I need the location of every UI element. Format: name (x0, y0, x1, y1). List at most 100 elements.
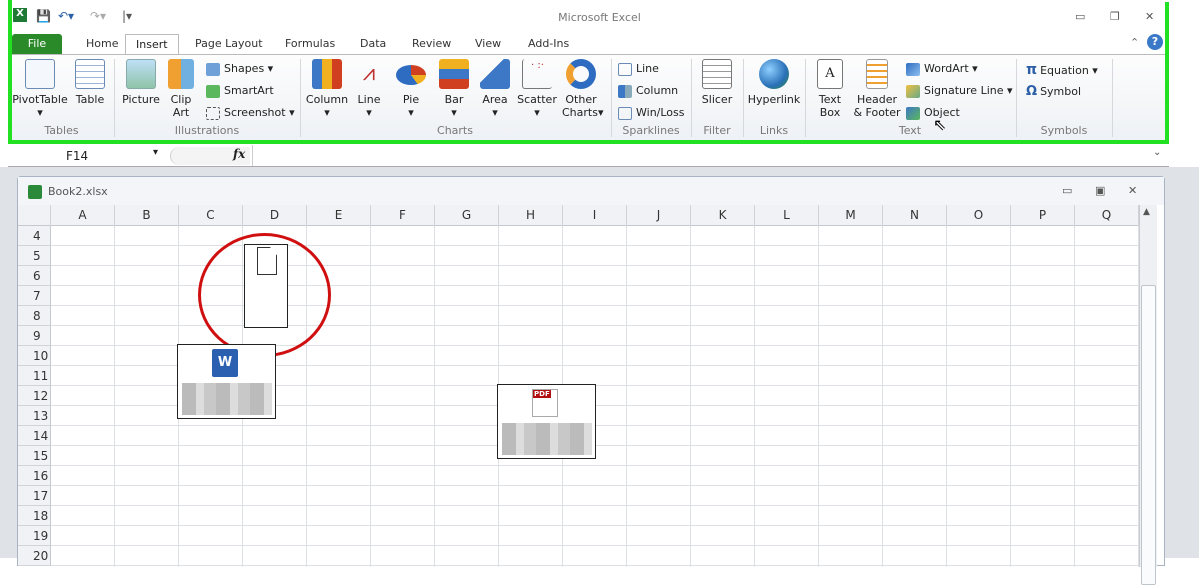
column-header-D[interactable]: D (243, 205, 307, 226)
scatter-chart-button[interactable]: · :· Scatter ▾ (516, 59, 558, 119)
scroll-up-icon[interactable]: ▲ (1143, 207, 1150, 217)
gridline (946, 226, 947, 567)
column-header-J[interactable]: J (627, 205, 691, 226)
formula-input[interactable] (252, 145, 1152, 166)
line-chart-button[interactable]: ⩘ Line ▾ (353, 59, 385, 119)
scroll-thumb[interactable] (1141, 285, 1156, 585)
row-header-12[interactable]: 12 (18, 386, 51, 406)
tab-data[interactable]: Data (350, 34, 396, 55)
column-header-G[interactable]: G (435, 205, 499, 226)
row-header-14[interactable]: 14 (18, 426, 51, 446)
smartart-button[interactable]: SmartArt (206, 84, 274, 98)
equation-button[interactable]: π Equation ▾ (1026, 62, 1098, 78)
tab-insert[interactable]: Insert (125, 34, 179, 55)
group-tables: Tables (44, 124, 79, 137)
column-header-N[interactable]: N (883, 205, 947, 226)
ribbon-tabs: File Home Insert Page Layout Formulas Da… (10, 32, 1170, 55)
label: Signature Line (924, 84, 1004, 97)
sparkline-column-button[interactable]: Column (618, 84, 678, 98)
tab-add-ins[interactable]: Add-Ins (518, 34, 579, 55)
name-box-dropdown-icon[interactable]: ▾ (153, 147, 158, 158)
row-header-19[interactable]: 19 (18, 526, 51, 546)
tab-review[interactable]: Review (402, 34, 461, 55)
slicer-button[interactable]: Slicer (696, 59, 738, 106)
wordart-button[interactable]: WordArt ▾ (906, 62, 978, 76)
hyperlink-button[interactable]: Hyperlink (746, 59, 802, 106)
row-header-13[interactable]: 13 (18, 406, 51, 426)
minimize-icon[interactable]: ▭ (1075, 10, 1085, 23)
column-header-L[interactable]: L (755, 205, 819, 226)
wb-minimize-icon[interactable]: ▭ (1062, 184, 1072, 197)
row-header-9[interactable]: 9 (18, 326, 51, 346)
redacted-filename (502, 423, 592, 455)
row-header-8[interactable]: 8 (18, 306, 51, 326)
row-header-7[interactable]: 7 (18, 286, 51, 306)
shapes-button[interactable]: Shapes ▾ (206, 62, 273, 76)
name-box[interactable]: F14 (8, 147, 158, 165)
column-header-E[interactable]: E (307, 205, 371, 226)
row-header-16[interactable]: 16 (18, 466, 51, 486)
close-icon[interactable]: ✕ (1145, 10, 1154, 23)
column-header-H[interactable]: H (499, 205, 563, 226)
workbook-titlebar: Book2.xlsx ▭ ▣ ✕ (18, 177, 1164, 205)
clip-art-button[interactable]: Clip Art (166, 59, 196, 119)
column-header-F[interactable]: F (371, 205, 435, 226)
tab-file[interactable]: File (12, 34, 62, 55)
wordart-icon (906, 62, 920, 76)
column-header-B[interactable]: B (115, 205, 179, 226)
column-header-I[interactable]: I (563, 205, 627, 226)
picture-button[interactable]: Picture (118, 59, 164, 106)
insert-function-button[interactable]: fx (233, 147, 245, 161)
header-footer-icon (866, 59, 888, 89)
vertical-scrollbar[interactable]: ▲ (1139, 205, 1157, 585)
expand-formula-bar-icon[interactable]: ⌄ (1153, 147, 1161, 158)
column-chart-button[interactable]: Column ▾ (304, 59, 350, 119)
column-header-M[interactable]: M (819, 205, 883, 226)
column-header-C[interactable]: C (179, 205, 243, 226)
symbol-button[interactable]: Ω Symbol (1026, 84, 1081, 99)
header-footer-button[interactable]: Header & Footer (850, 59, 904, 119)
row-header-4[interactable]: 4 (18, 226, 51, 246)
column-header-Q[interactable]: Q (1075, 205, 1139, 226)
column-header-P[interactable]: P (1011, 205, 1075, 226)
row-header-17[interactable]: 17 (18, 486, 51, 506)
area-chart-button[interactable]: Area ▾ (478, 59, 512, 119)
bar-chart-button[interactable]: Bar ▾ (437, 59, 471, 119)
label: Equation (1040, 64, 1089, 77)
pie-chart-button[interactable]: Pie ▾ (394, 59, 428, 119)
scatter-chart-icon: · :· (522, 59, 552, 89)
screenshot-button[interactable]: Screenshot ▾ (206, 106, 295, 120)
table-button[interactable]: Table (72, 59, 108, 106)
column-header-A[interactable]: A (51, 205, 115, 226)
sparkline-line-button[interactable]: Line (618, 62, 659, 76)
text-box-button[interactable]: A Text Box (812, 59, 848, 119)
select-all-corner[interactable] (18, 205, 51, 226)
restore-icon[interactable]: ❐ (1110, 10, 1120, 23)
row-header-5[interactable]: 5 (18, 246, 51, 266)
row-header-6[interactable]: 6 (18, 266, 51, 286)
column-header-K[interactable]: K (691, 205, 755, 226)
row-header-10[interactable]: 10 (18, 346, 51, 366)
gridline (754, 226, 755, 567)
row-header-18[interactable]: 18 (18, 506, 51, 526)
label: SmartArt (224, 84, 274, 97)
sparkline-winloss-button[interactable]: Win/Loss (618, 106, 685, 120)
other-charts-button[interactable]: Other Charts▾ (562, 59, 604, 119)
collapse-ribbon-icon[interactable]: ⌃ (1130, 36, 1139, 49)
tab-view[interactable]: View (465, 34, 511, 55)
wb-close-icon[interactable]: ✕ (1128, 184, 1137, 197)
column-header-O[interactable]: O (947, 205, 1011, 226)
row-header-20[interactable]: 20 (18, 546, 51, 566)
signature-line-button[interactable]: Signature Line ▾ (906, 84, 1013, 98)
embedded-object-pdf[interactable]: PDF (497, 384, 596, 459)
tab-home[interactable]: Home (76, 34, 128, 55)
wb-restore-icon[interactable]: ▣ (1095, 184, 1105, 197)
tab-formulas[interactable]: Formulas (275, 34, 345, 55)
gridline (51, 245, 1139, 246)
row-header-11[interactable]: 11 (18, 366, 51, 386)
embedded-object-word[interactable]: W (177, 344, 276, 419)
tab-page-layout[interactable]: Page Layout (185, 34, 273, 55)
row-header-15[interactable]: 15 (18, 446, 51, 466)
help-icon[interactable]: ? (1147, 34, 1163, 50)
pivottable-button[interactable]: PivotTable ▾ (12, 59, 68, 119)
